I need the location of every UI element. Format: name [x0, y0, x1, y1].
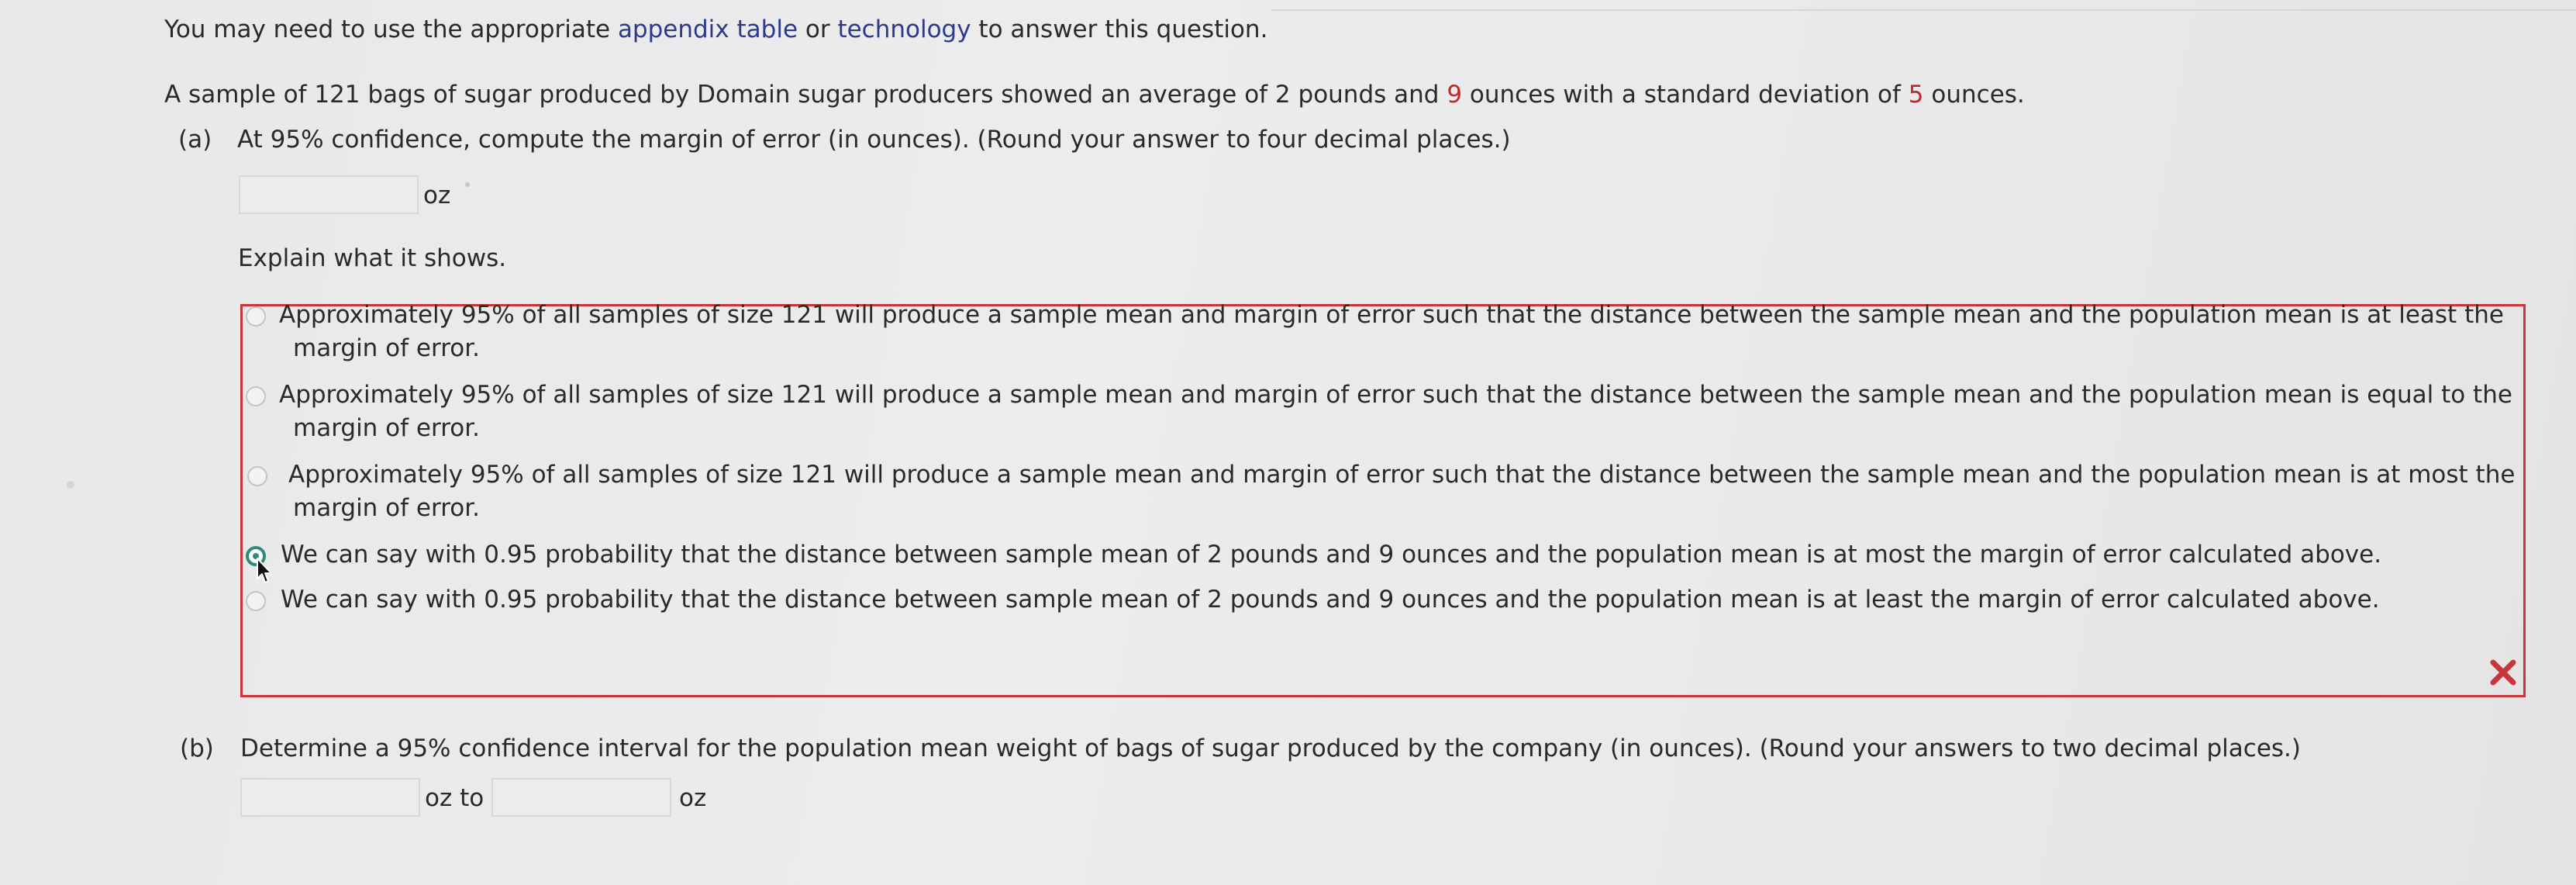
instructions-middle: or: [798, 16, 838, 43]
part-b-label: (b): [180, 735, 214, 762]
margin-of-error-unit: oz: [423, 181, 451, 209]
instructions-line: You may need to use the appropriate appe…: [164, 14, 1267, 45]
ci-upper-input[interactable]: [491, 778, 671, 817]
ci-lower-unit: oz to: [425, 784, 485, 812]
instructions-prefix: You may need to use the appropriate: [164, 16, 618, 43]
option-1-line-1: Approximately 95% of all samples of size…: [279, 301, 2504, 329]
part-b-question-text: Determine a 95% confidence interval for …: [240, 735, 2302, 762]
problem-text-1: A sample of 121 bags of sugar produced b…: [164, 81, 1447, 109]
part-a-question-text: At 95% confidence, compute the margin of…: [237, 126, 1511, 154]
instructions-suffix: to answer this question.: [971, 16, 1268, 43]
question-page: You may need to use the appropriate appe…: [0, 0, 2576, 885]
technology-link[interactable]: technology: [837, 16, 971, 43]
margin-of-error-input[interactable]: [239, 175, 419, 214]
problem-text-2: ounces with a standard deviation of: [1462, 81, 1909, 109]
decorative-mark: [465, 182, 470, 187]
ci-lower-input[interactable]: [240, 778, 420, 817]
option-5-line-1: We can say with 0.95 probability that th…: [281, 586, 2380, 614]
incorrect-x-icon: [2490, 659, 2516, 686]
option-2-radio[interactable]: [246, 386, 266, 406]
part-b-question: (b) Determine a 95% confidence interval f…: [180, 733, 2301, 764]
problem-statement: A sample of 121 bags of sugar produced b…: [164, 79, 2025, 110]
divider-line: [1271, 9, 2576, 11]
decorative-dot: [67, 481, 74, 489]
problem-text-3: ounces.: [1923, 81, 2025, 109]
mouse-cursor-icon: [257, 558, 272, 583]
option-5-radio[interactable]: [246, 591, 266, 611]
option-3-line-1: Approximately 95% of all samples of size…: [288, 461, 2516, 489]
std-dev-value: 5: [1908, 81, 1924, 109]
answer-options-box: [240, 304, 2526, 697]
option-3-line-2: margin of error.: [293, 494, 480, 522]
ounces-value: 9: [1447, 81, 1463, 109]
option-2-line-2: margin of error.: [293, 414, 480, 442]
part-a-question: (a) At 95% confidence, compute the margin…: [178, 124, 1511, 155]
part-a-label: (a): [178, 126, 212, 154]
option-1-radio[interactable]: [246, 306, 266, 327]
option-3-radio[interactable]: [247, 466, 267, 486]
option-2-line-1: Approximately 95% of all samples of size…: [279, 381, 2512, 409]
ci-upper-unit: oz: [679, 784, 707, 812]
option-1-line-2: margin of error.: [293, 334, 480, 362]
explain-prompt: Explain what it shows.: [238, 244, 507, 272]
appendix-table-link[interactable]: appendix table: [618, 16, 798, 43]
option-4-line-1: We can say with 0.95 probability that th…: [281, 541, 2382, 569]
